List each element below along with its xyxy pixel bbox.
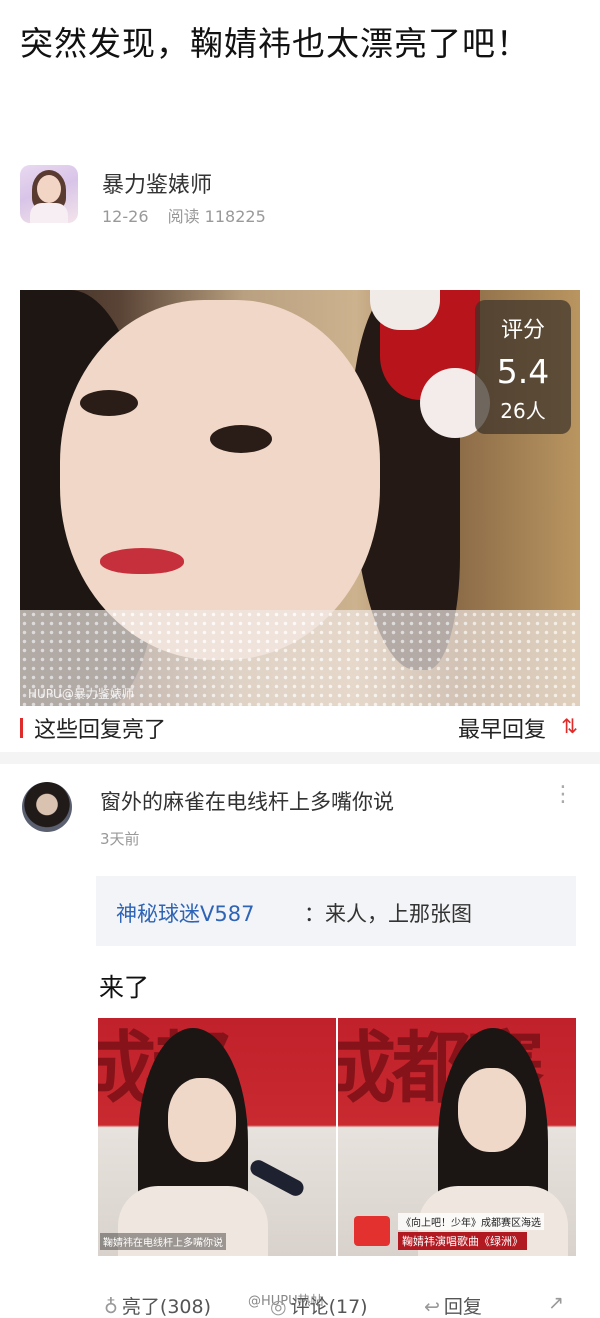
post-date: 12-26 <box>102 207 149 226</box>
sort-icon[interactable]: ⇅ <box>561 714 578 738</box>
show-logo <box>354 1216 390 1246</box>
section-divider <box>0 752 600 764</box>
image-caption-bottom: 鞠婧祎演唱歌曲《绿洲》 <box>398 1232 527 1250</box>
commenter-name[interactable]: 窗外的麻雀在电线杆上多嘴你说 <box>100 786 394 816</box>
rating-badge[interactable]: 评分 5.4 26人 <box>475 300 571 434</box>
comment-button[interactable]: ◎ 评论(17) <box>270 1292 368 1318</box>
comment-body: 来了 <box>99 973 150 1002</box>
read-count: 阅读 118225 <box>167 207 266 226</box>
author-name[interactable]: 暴力鉴婊师 <box>102 167 212 199</box>
replies-header: 这些回复亮了 最早回复 ⇅ <box>20 710 580 746</box>
sort-button[interactable]: 最早回复 <box>458 712 546 744</box>
hot-replies-label: 这些回复亮了 <box>34 718 167 743</box>
post-title: 突然发现，鞠婧祎也太漂亮了吧！ <box>20 24 530 63</box>
post-photo[interactable]: HUPU@暴力鉴婊师 评分 5.4 26人 <box>20 290 580 706</box>
commenter-avatar[interactable] <box>22 782 72 832</box>
quoted-text: ：来人，上那张图 <box>304 902 472 926</box>
image-caption-top: 《向上吧！少年》成都赛区海选 <box>398 1213 544 1230</box>
share-icon: ↗ <box>548 1292 564 1314</box>
reply-icon: ↩ <box>424 1296 440 1318</box>
photo-watermark: HUPU@暴力鉴婊师 <box>28 687 134 701</box>
comment-actions: ♁ 亮了(308) @HUPU热帖 ◎ 评论(17) ↩ 回复 ↗ <box>0 1290 600 1318</box>
rating-label: 评分 <box>500 318 545 343</box>
image-caption-left: 鞠婧祎在电线杆上多嘴你说 <box>100 1233 226 1250</box>
comment-images: 成都 鞠婧祎在电线杆上多嘴你说 成都赛 《向上吧！少年》成都赛区海选 鞠婧祎演唱… <box>98 1018 576 1256</box>
rating-value: 5.4 <box>496 352 550 391</box>
like-button[interactable]: ♁ 亮了(308) <box>104 1292 211 1318</box>
author-avatar[interactable] <box>20 165 78 223</box>
more-options-icon[interactable]: ⋮ <box>552 784 574 806</box>
section-marker <box>20 718 23 738</box>
reply-button[interactable]: ↩ 回复 <box>424 1292 482 1318</box>
quoted-user[interactable]: 神秘球迷V587 <box>116 898 254 928</box>
author-meta: 12-26 阅读 118225 <box>102 203 280 227</box>
comment-image-left[interactable]: 成都 鞠婧祎在电线杆上多嘴你说 <box>98 1018 336 1256</box>
like-icon: ♁ <box>104 1296 118 1318</box>
microphone <box>247 1157 307 1199</box>
comment-icon: ◎ <box>270 1296 287 1318</box>
quoted-reply[interactable]: 神秘球迷V587 ：来人，上那张图 <box>96 876 576 946</box>
comment-time: 3天前 <box>100 830 140 848</box>
author-block[interactable]: 暴力鉴婊师 12-26 阅读 118225 <box>20 165 580 227</box>
rating-count: 26人 <box>500 399 546 423</box>
share-button[interactable]: ↗ <box>548 1292 568 1314</box>
comment-image-right[interactable]: 成都赛 《向上吧！少年》成都赛区海选 鞠婧祎演唱歌曲《绿洲》 <box>338 1018 576 1256</box>
